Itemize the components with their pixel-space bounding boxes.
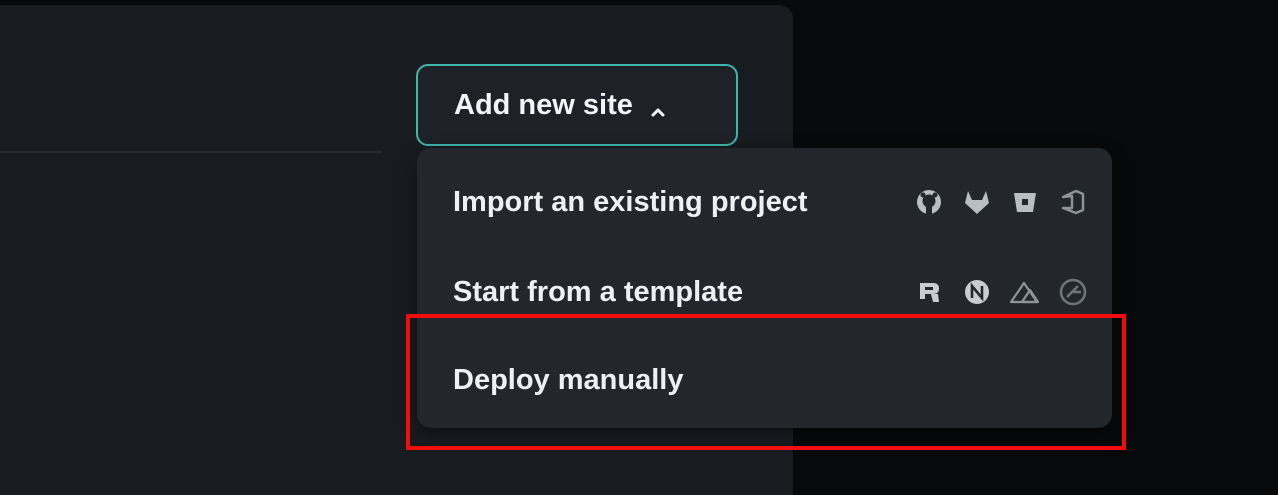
gitlab-icon	[962, 187, 992, 217]
app-window: Add new site Import an existing project	[0, 0, 1278, 495]
git-provider-icons	[914, 158, 1088, 246]
menu-item-label: Deploy manually	[453, 363, 684, 396]
menu-item-label: Start from a template	[453, 275, 744, 308]
nextjs-icon	[962, 277, 992, 307]
menu-item-import-existing-project[interactable]: Import an existing project	[417, 158, 1112, 246]
add-site-dropdown-menu: Import an existing project Start from a …	[417, 148, 1112, 428]
template-framework-icons	[914, 248, 1088, 336]
bitbucket-icon	[1010, 187, 1040, 217]
nuxt-icon	[1010, 277, 1040, 307]
gatsby-icon	[1058, 277, 1088, 307]
menu-item-deploy-manually[interactable]: Deploy manually	[417, 336, 1112, 424]
menu-item-start-from-template[interactable]: Start from a template	[417, 248, 1112, 336]
remix-icon	[914, 277, 944, 307]
add-new-site-button[interactable]: Add new site	[416, 64, 738, 146]
header-divider	[0, 151, 382, 153]
add-new-site-label: Add new site	[454, 88, 633, 121]
menu-item-label: Import an existing project	[453, 185, 808, 218]
github-icon	[914, 187, 944, 217]
azure-devops-icon	[1058, 187, 1088, 217]
chevron-up-icon	[649, 96, 667, 117]
